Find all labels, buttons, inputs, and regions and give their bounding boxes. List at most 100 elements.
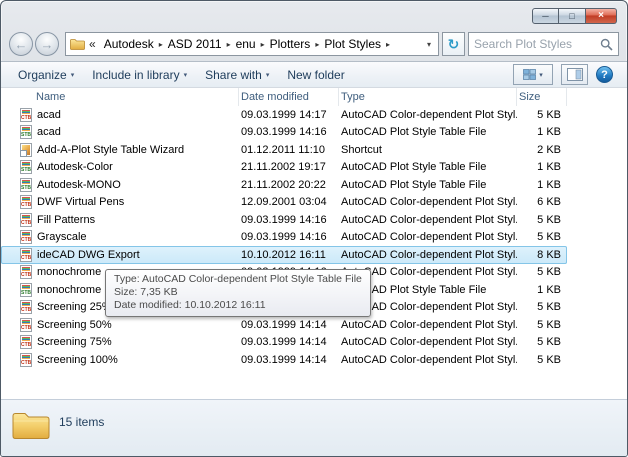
file-type-icon: CTB [20,248,32,262]
minimize-icon: ─ [542,12,548,21]
file-size: 1 KB [517,284,563,296]
tooltip-line: Date modified: 10.10.2012 16:11 [114,299,362,312]
command-bar-buttons: Organize ▾ Include in library ▾ Share wi… [9,65,358,85]
navigation-bar: ← → « Autodesk ▸ ASD 2011 ▸ enu [1,28,627,61]
file-size: 1 KB [517,126,563,138]
file-size: 5 KB [517,336,563,348]
close-icon: × [598,11,604,21]
file-name: Add-A-Plot Style Table Wizard [37,144,184,156]
view-controls: ▾ ? [513,64,619,85]
file-row[interactable]: CTB Fill Patterns 09.03.1999 14:16 AutoC… [1,211,567,229]
file-type-icon: STB [20,283,32,297]
file-row[interactable]: CTB acad 09.03.1999 14:17 AutoCAD Color-… [1,106,567,124]
file-type-icon: STB [20,125,32,139]
file-name: Fill Patterns [37,214,95,226]
file-type-icon-label: CTB [21,343,31,348]
file-size: 8 KB [517,249,563,261]
column-header[interactable]: Size [517,88,567,106]
forward-arrow-icon: → [41,37,54,52]
breadcrumb-overflow[interactable]: « [85,37,100,51]
file-name-cell: Add-A-Plot Style Table Wizard [1,143,239,157]
breadcrumb-item[interactable]: ASD 2011 [164,37,226,51]
toolbar-button[interactable]: Organize ▾ [9,65,83,85]
file-row[interactable]: STB Autodesk-MONO 21.11.2002 20:22 AutoC… [1,176,567,194]
minimize-button[interactable]: ─ [532,8,559,24]
change-view-button[interactable]: ▾ [513,64,553,85]
title-bar[interactable]: ─ □ × [1,1,627,28]
file-name: monochrome [37,266,101,278]
file-size: 2 KB [517,144,563,156]
breadcrumb-item[interactable]: Autodesk [100,37,158,51]
file-type-icon: CTB [20,195,32,209]
toolbar-button[interactable]: Include in library ▾ [83,65,196,85]
chevron-down-icon: ▾ [71,71,75,79]
column-header[interactable]: Type [339,88,517,106]
file-row[interactable]: CTB Screening 50% 09.03.1999 14:14 AutoC… [1,316,567,334]
file-name-cell: CTB Grayscale [1,230,239,244]
folder-icon [70,38,85,50]
file-type: AutoCAD Color-dependent Plot Styl... [339,354,517,366]
search-icon [600,38,613,51]
file-type-icon-label: CTB [21,238,31,243]
column-header[interactable]: Date modified [239,88,339,106]
search-input[interactable] [474,37,600,51]
chevron-down-icon: ▾ [266,71,270,79]
file-name: DWF Virtual Pens [37,196,124,208]
views-icon [523,69,536,80]
refresh-button[interactable]: ↻ [442,32,465,56]
file-date-modified: 09.03.1999 14:16 [239,231,339,243]
items-count: 15 items [59,415,104,429]
file-row[interactable]: STB Autodesk-Color 21.11.2002 19:17 Auto… [1,159,567,177]
chevron-down-icon: ▾ [539,71,543,79]
file-date-modified: 09.03.1999 14:14 [239,319,339,331]
toolbar-button-label: Share with [205,68,262,82]
file-type: AutoCAD Color-dependent Plot Styl... [339,109,517,121]
file-row[interactable]: CTB Screening 75% 09.03.1999 14:14 AutoC… [1,334,567,352]
file-type-icon-label: STB [21,186,31,191]
address-dropdown-icon[interactable]: ▾ [424,40,434,49]
file-date-modified: 10.10.2012 16:11 [239,249,339,261]
maximize-button[interactable]: □ [559,8,586,24]
file-info-tooltip: Type: AutoCAD Color-dependent Plot Style… [105,269,371,317]
file-name: Autodesk-Color [37,161,113,173]
file-name: ideCAD DWG Export [37,249,140,261]
file-row[interactable]: CTB Grayscale 09.03.1999 14:16 AutoCAD C… [1,229,567,247]
breadcrumb-item[interactable]: Plot Styles [320,37,385,51]
file-name-cell: CTB Screening 100% [1,353,239,367]
toolbar-button[interactable]: New folder [278,65,357,85]
help-button[interactable]: ? [596,66,613,83]
file-row[interactable]: CTB DWF Virtual Pens 12.09.2001 03:04 Au… [1,194,567,212]
file-row[interactable]: CTB ideCAD DWG Export 10.10.2012 16:11 A… [1,246,567,264]
preview-pane-icon [567,68,583,81]
file-size: 6 KB [517,196,563,208]
forward-button[interactable]: → [35,32,59,56]
file-row[interactable]: CTB Screening 100% 09.03.1999 14:14 Auto… [1,351,567,369]
file-date-modified: 09.03.1999 14:16 [239,126,339,138]
preview-pane-button[interactable] [561,64,588,85]
breadcrumb-item[interactable]: enu [232,37,260,51]
column-header[interactable]: Name [1,88,239,106]
file-row[interactable]: STB acad 09.03.1999 14:16 AutoCAD Plot S… [1,124,567,142]
toolbar-button-label: Organize [18,68,67,82]
file-name-cell: CTB ideCAD DWG Export [1,248,239,262]
toolbar-button[interactable]: Share with ▾ [196,65,278,85]
breadcrumb-separator-icon[interactable]: ▸ [385,40,391,49]
file-type-icon [20,143,32,157]
file-type-icon: CTB [20,265,32,279]
file-type-icon: CTB [20,335,32,349]
file-type-icon-label: CTB [21,273,31,278]
file-name: Screening 50% [37,319,112,331]
file-row[interactable]: Add-A-Plot Style Table Wizard 01.12.2011… [1,141,567,159]
file-type: Shortcut [339,144,517,156]
file-name: monochrome [37,284,101,296]
breadcrumb-item[interactable]: Plotters [266,37,315,51]
back-button[interactable]: ← [9,32,33,56]
file-type-icon: CTB [20,300,32,314]
address-bar[interactable]: « Autodesk ▸ ASD 2011 ▸ enu ▸ Plotters ▸… [65,32,439,56]
file-size: 5 KB [517,354,563,366]
file-type: AutoCAD Color-dependent Plot Styl... [339,231,517,243]
file-type-icon: STB [20,160,32,174]
file-type-icon-label: CTB [21,326,31,331]
close-button[interactable]: × [586,8,617,24]
file-date-modified: 09.03.1999 14:14 [239,354,339,366]
